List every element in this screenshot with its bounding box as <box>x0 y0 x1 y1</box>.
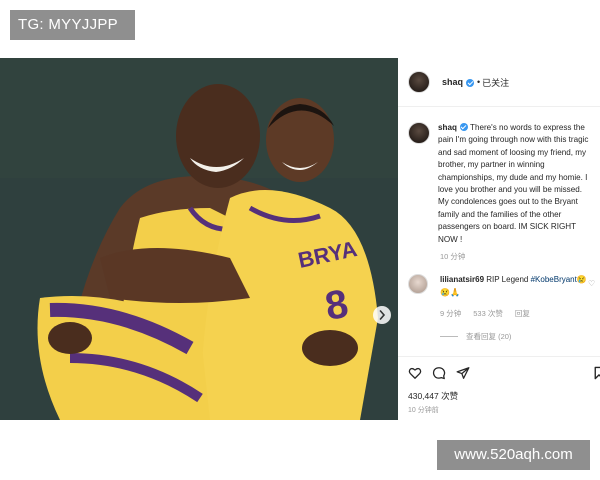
comment-item: lilianatsir69 RIP Legend #KobeBryant😢😢🙏 <box>408 274 598 299</box>
author-username[interactable]: shaq <box>442 77 463 87</box>
caption-verified-icon <box>459 123 468 131</box>
tg-label: TG: MYYJJPP <box>10 10 135 40</box>
follow-separator: • <box>477 77 481 87</box>
caption-avatar[interactable] <box>408 122 430 144</box>
heart-icon[interactable] <box>408 366 422 380</box>
likes-count[interactable]: 430,447 次赞 <box>408 390 458 402</box>
action-bar <box>408 366 470 380</box>
follow-status[interactable]: 已关注 <box>482 76 509 89</box>
caption-time: 10 分钟 <box>440 252 466 261</box>
post-panel: shaq • 已关注 shaq There's no words to expr… <box>398 58 600 420</box>
commenter-avatar[interactable] <box>408 274 428 294</box>
comment-body: RIP Legend <box>484 275 531 284</box>
share-icon[interactable] <box>456 366 470 380</box>
players-illustration: LAKE BRYA 8 <box>0 58 398 420</box>
caption: shaq There's no words to express the pai… <box>408 122 598 246</box>
comment-reply-button[interactable]: 回复 <box>515 308 530 319</box>
view-replies-label: 查看回复 (20) <box>466 332 512 341</box>
next-photo-button[interactable] <box>373 306 391 324</box>
bookmark-button[interactable] <box>594 366 600 385</box>
post-time: 10 分钟前 <box>408 407 439 414</box>
caption-username[interactable]: shaq <box>438 123 457 132</box>
caption-text: shaq There's no words to express the pai… <box>438 122 594 246</box>
actions-divider <box>398 356 600 357</box>
comment-text: lilianatsir69 RIP Legend #KobeBryant😢😢🙏 <box>440 274 590 299</box>
post-header: shaq • 已关注 <box>408 70 509 94</box>
bookmark-icon <box>594 366 600 380</box>
small-heart-icon[interactable]: ♡ <box>588 279 595 288</box>
commenter-username[interactable]: lilianatsir69 <box>440 275 484 284</box>
site-watermark: www.520aqh.com <box>437 440 590 470</box>
comment-likes[interactable]: 533 次赞 <box>473 308 503 319</box>
comment-time: 9 分钟 <box>440 309 462 318</box>
chevron-right-icon <box>379 310 386 320</box>
caption-body: There's no words to express the pain I'm… <box>438 123 589 244</box>
comment-meta: 9 分钟 533 次赞 回复 <box>440 308 530 319</box>
comment-icon[interactable] <box>432 366 446 380</box>
author-avatar[interactable] <box>408 71 430 93</box>
verified-badge-icon <box>466 79 475 87</box>
header-divider <box>398 106 600 107</box>
replies-line <box>440 336 458 337</box>
comment-hashtag[interactable]: #KobeBryant <box>531 275 577 284</box>
post-photo[interactable]: LAKE BRYA 8 <box>0 58 398 420</box>
view-replies-button[interactable]: 查看回复 (20) <box>440 331 511 342</box>
